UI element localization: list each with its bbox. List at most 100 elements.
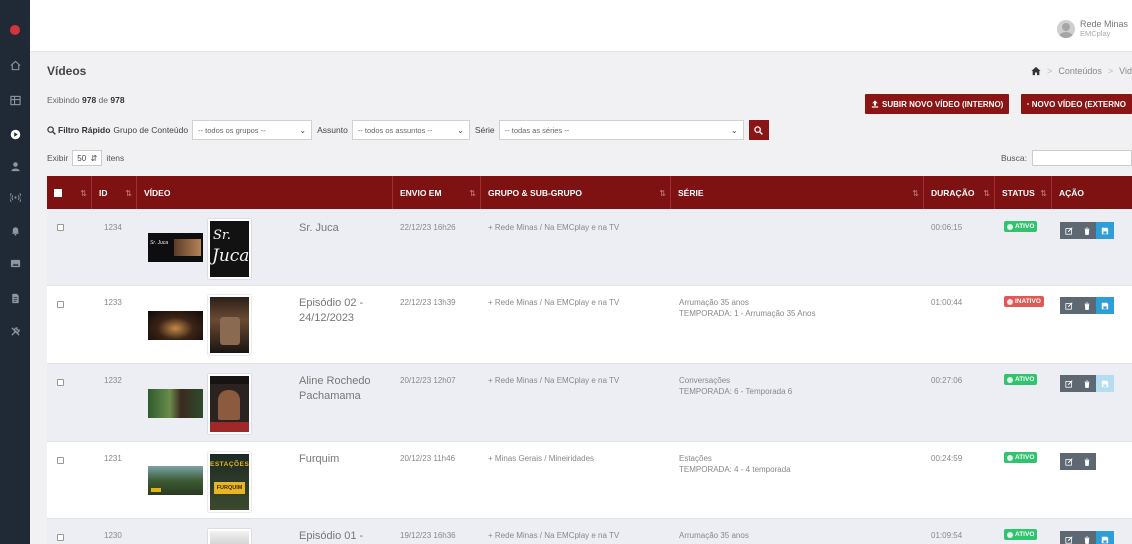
sort-icon[interactable]: ⇅ [659,189,666,198]
status-badge: ATIVO [1004,452,1038,463]
thumbnail-horizontal[interactable] [148,311,203,340]
edit-icon [1065,457,1073,466]
video-title[interactable]: Episódio 01 - [299,529,363,544]
group-select[interactable]: -- todos os grupos -- ⌄ [192,120,313,140]
video-title[interactable]: Episódio 02 - 24/12/2023 [299,296,363,326]
search-icon [47,125,56,135]
subject-select[interactable]: -- todos os assuntos -- ⌄ [351,120,470,140]
quick-filter-label: Filtro Rápido [47,125,110,135]
row-actions [1060,375,1132,392]
row-id: 1233 [104,298,122,307]
search-input[interactable] [1032,150,1132,166]
row-actions [1060,453,1132,470]
thumbnail-poster[interactable] [208,295,251,355]
thumbnail-horizontal[interactable]: Sr. Juca [148,233,203,262]
header-duration[interactable]: DURAÇÃO ⇅ [924,176,995,209]
duration: 00:27:06 [931,376,963,385]
trash-icon [1084,226,1090,235]
table-row[interactable]: 1230 Episódio 01 - 19/12/23 16h36 + Rede… [47,519,1132,544]
group-path: + Rede Minas / Na EMCplay e na TV [488,298,620,307]
delete-button[interactable] [1078,531,1096,544]
user-menu[interactable]: Rede Minas EMCplay [1056,19,1128,38]
upload-internal-video-button[interactable]: SUBIR NOVO VÍDEO (INTERNO) [865,94,1010,114]
edit-button[interactable] [1060,453,1078,470]
duration: 00:24:59 [931,454,963,463]
tools-icon[interactable] [8,324,22,338]
row-checkbox[interactable] [57,457,64,464]
sort-icon[interactable]: ⇅ [983,189,990,198]
sort-icon[interactable]: ⇅ [125,189,132,198]
user-icon[interactable] [8,159,22,173]
thumbnail-horizontal[interactable] [148,466,203,495]
header-group[interactable]: GRUPO & SUB-GRUPO ⇅ [481,176,671,209]
select-all-checkbox[interactable] [54,188,62,197]
breadcrumb-home-icon[interactable] [1031,66,1041,76]
sort-icon[interactable]: ⇅ [469,189,476,198]
series-select[interactable]: -- todas as séries -- ⌄ [498,120,744,140]
edit-button[interactable] [1060,297,1078,314]
breadcrumb-separator: > [1047,66,1053,76]
sort-icon[interactable]: ⇅ [1040,189,1047,198]
sort-icon[interactable]: ⇅ [912,189,919,198]
video-title[interactable]: Sr. Juca [299,221,339,236]
status-badge: INATIVO [1004,296,1044,307]
save-button[interactable] [1096,531,1114,544]
duration: 01:00:44 [931,298,963,307]
bell-icon[interactable] [8,223,22,237]
sort-icon[interactable]: ⇅ [80,189,87,198]
header-series[interactable]: SÉRIE ⇅ [671,176,924,209]
broadcast-icon[interactable] [8,190,22,204]
page-size-select[interactable]: 50 ⇵ [72,150,103,166]
group-path: + Rede Minas / Na EMCplay e na TV [488,531,620,540]
video-title[interactable]: Furquim [299,452,339,467]
thumbnail-poster[interactable] [208,529,251,544]
save-button[interactable] [1096,297,1114,314]
series-filter-label: Série [474,125,495,135]
page-title: Vídeos [47,64,87,78]
play-circle-icon[interactable] [8,127,22,141]
delete-button[interactable] [1078,375,1096,392]
user-name: Rede Minas [1079,19,1128,29]
edit-button[interactable] [1060,222,1078,239]
delete-button[interactable] [1078,297,1096,314]
table-row[interactable]: 1233 Episódio 02 - 24/12/2023 22/12/23 1… [47,286,1132,364]
save-button[interactable] [1096,375,1114,392]
delete-button[interactable] [1078,453,1096,470]
header-id[interactable]: ID ⇅ [92,176,137,209]
document-icon[interactable] [8,291,22,305]
header-video: VÍDEO [137,176,393,209]
filter-search-button[interactable] [748,120,769,140]
search-icon [754,125,764,135]
avatar[interactable] [1056,19,1075,38]
delete-button[interactable] [1078,222,1096,239]
table-row[interactable]: 1234 Sr. Juca Sr. Juca Sr. Juca 22/12/23… [47,209,1132,286]
row-checkbox[interactable] [57,224,64,231]
image-icon[interactable] [8,256,22,270]
save-button[interactable] [1096,222,1114,239]
save-icon [1101,302,1109,309]
filter-bar: Filtro Rápido Grupo de Conteúdo -- todos… [47,120,769,140]
save-icon [1101,536,1109,543]
edit-icon [1065,301,1073,310]
thumbnail-horizontal[interactable] [148,389,203,418]
row-checkbox[interactable] [57,534,64,541]
header-select-all[interactable]: ⇅ [47,176,92,209]
breadcrumb-item-conteudos[interactable]: Conteúdos [1058,66,1102,76]
thumbnail-poster[interactable]: Sr. Juca [208,219,251,279]
new-external-video-button[interactable]: NOVO VÍDEO (EXTERNO [1021,94,1132,114]
thumbnail-poster[interactable] [208,374,251,434]
grid-icon[interactable] [8,93,22,107]
row-checkbox[interactable] [57,301,64,308]
logo-icon[interactable] [10,25,20,35]
header-sent[interactable]: ENVIO EM ⇅ [393,176,481,209]
thumbnail-poster[interactable]: ESTAÇÕES FURQUIM [208,452,251,512]
edit-button[interactable] [1060,375,1078,392]
series-info: Arrumação 35 anos TEMPORADA: 1 - Arrumaç… [679,298,816,318]
header-status[interactable]: STATUS ⇅ [995,176,1052,209]
table-row[interactable]: 1231 ESTAÇÕES FURQUIM Furquim 20/12/23 1… [47,442,1132,519]
home-icon[interactable] [8,58,22,72]
table-row[interactable]: 1232 Aline Rochedo Pachamama 20/12/23 12… [47,364,1132,442]
video-title[interactable]: Aline Rochedo Pachamama [299,374,371,404]
edit-button[interactable] [1060,531,1078,544]
row-checkbox[interactable] [57,379,64,386]
